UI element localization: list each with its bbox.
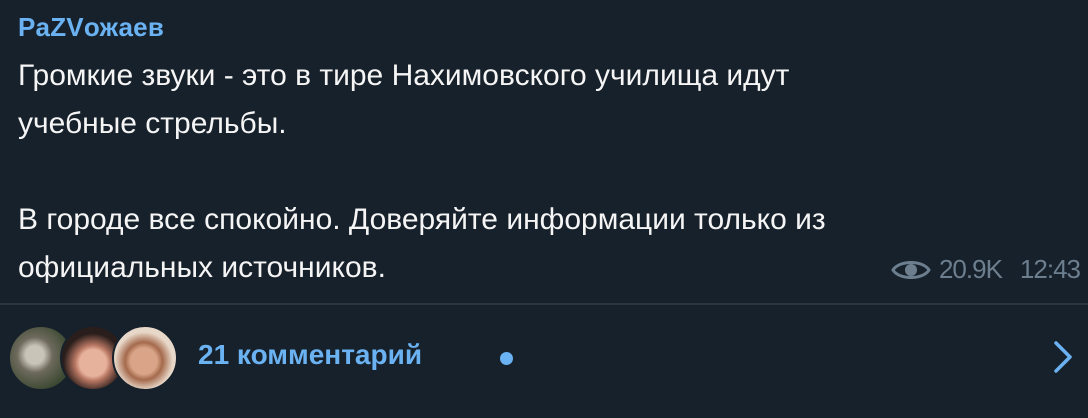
comments-count-label: 21 комментарий xyxy=(198,339,423,370)
post-time: 12:43 xyxy=(1019,254,1081,284)
chevron-right-icon[interactable] xyxy=(1050,339,1076,375)
post-meta: 20.9K 12:43 xyxy=(891,254,1081,285)
eye-icon xyxy=(891,260,931,279)
channel-post: PaZVожаев Громкие звуки - это в тире Нах… xyxy=(0,0,1088,303)
channel-name[interactable]: PaZVожаев xyxy=(18,12,164,43)
message-text: Громкие звуки - это в тире Нахимовского … xyxy=(18,59,826,284)
comments-button[interactable]: 21 комментарий xyxy=(0,305,1088,418)
commenter-avatars xyxy=(8,325,178,391)
view-count: 20.9K xyxy=(938,254,1003,284)
avatar xyxy=(112,325,178,391)
unread-dot xyxy=(500,352,513,365)
